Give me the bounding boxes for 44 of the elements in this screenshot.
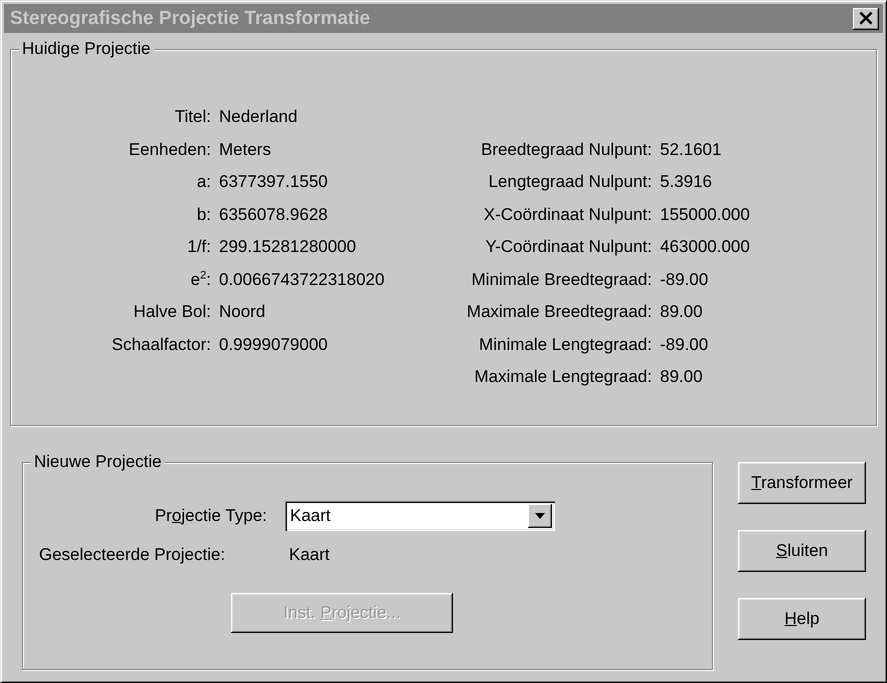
- field-value: 6377397.1550: [219, 172, 329, 192]
- dialog-button[interactable]: Transformeer: [738, 462, 866, 504]
- field-label: Minimale Breedtegraad:: [470, 270, 652, 290]
- field-value: Meters: [219, 140, 272, 160]
- group-title: Huidige Projectie: [19, 39, 154, 59]
- dropdown-arrow-icon: [535, 513, 545, 519]
- field-label: e$^{2}$:: [190, 270, 211, 290]
- field-value: 463000.000: [660, 237, 750, 257]
- field-value: Noord: [219, 302, 266, 322]
- field-value: 6356078.9628: [219, 204, 329, 224]
- field-label: a:: [196, 172, 211, 192]
- field-label: Breedtegraad Nulpunt:: [480, 140, 652, 160]
- field-value: 155000.000: [660, 204, 750, 224]
- field-value: 89.00: [660, 302, 704, 322]
- field-label: Maximale Breedtegraad:: [466, 302, 652, 322]
- field-label: Y-Coördinaat Nulpunt:: [484, 237, 652, 257]
- field-value: -89.00: [660, 270, 710, 290]
- field-value: Kaart: [288, 545, 331, 565]
- field-label: Schaalfactor:: [110, 334, 211, 354]
- field-label: Lengtegraad Nulpunt:: [487, 172, 652, 192]
- field-label: Halve Bol:: [132, 302, 211, 322]
- field-label: Minimale Lengtegraad:: [478, 334, 652, 354]
- field-label: X-Coördinaat Nulpunt:: [482, 204, 652, 224]
- field-label: Eenheden:: [128, 140, 211, 160]
- field-value: Nederland: [219, 107, 298, 127]
- field-value: 89.00: [660, 367, 704, 387]
- field-value: -89.00: [660, 334, 710, 354]
- field-label: b:: [196, 204, 211, 224]
- field-label: 1/f:: [186, 237, 211, 257]
- field-value: 299.15281280000: [219, 237, 358, 257]
- dialog-button[interactable]: Sluiten: [738, 530, 866, 572]
- field-label: Projectie Type:: [154, 506, 268, 526]
- group-title: Nieuwe Projectie: [31, 452, 165, 472]
- dialog-button[interactable]: Help: [738, 598, 866, 640]
- field-label: Titel:: [174, 107, 211, 127]
- close-button[interactable]: ×: [853, 8, 879, 30]
- projection-type-dropdown[interactable]: Kaart: [285, 501, 555, 531]
- window-title: Stereografische Projectie Transformatie: [10, 8, 370, 30]
- field-label: Geselecteerde Projectie:: [38, 545, 226, 565]
- field-label: Maximale Lengtegraad:: [473, 367, 652, 387]
- field-value: 0.0066743722318020: [219, 270, 386, 290]
- field-value: 5.3916: [660, 172, 713, 192]
- field-value: 0.9999079000: [219, 334, 329, 354]
- field-value: 52.1601: [660, 140, 722, 160]
